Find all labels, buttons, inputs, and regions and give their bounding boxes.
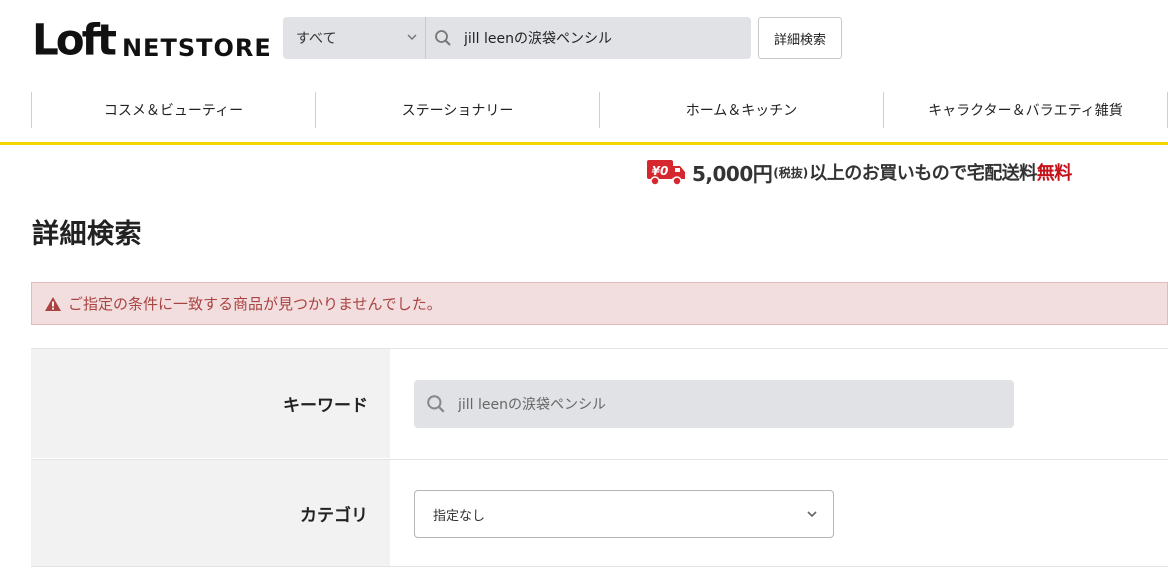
truck-badge-text: ¥0 bbox=[652, 164, 669, 178]
keyword-field-cell bbox=[390, 349, 1168, 458]
search-icon[interactable] bbox=[426, 29, 460, 47]
form-row-keyword: キーワード bbox=[31, 348, 1168, 458]
nav-item-home-kitchen[interactable]: ホーム＆キッチン bbox=[599, 92, 883, 128]
nav-item-cosme[interactable]: コスメ＆ビューティー bbox=[31, 92, 315, 128]
shipping-free: 無料 bbox=[1036, 163, 1073, 184]
nav-item-stationery[interactable]: ステーショナリー bbox=[315, 92, 599, 128]
header-search-input[interactable] bbox=[460, 17, 751, 59]
warning-icon bbox=[45, 296, 61, 311]
keyword-label: キーワード bbox=[31, 349, 390, 458]
category-select-value: 指定なし bbox=[433, 508, 486, 524]
category-select[interactable]: 指定なし bbox=[414, 490, 834, 538]
shipping-banner: ¥0 5,000円 (税抜) 以上のお買いもので宅配送料 無料 bbox=[646, 156, 1072, 188]
logo-mark: Loft bbox=[32, 14, 117, 65]
category-nav: コスメ＆ビューティー ステーショナリー ホーム＆キッチン キャラクター＆バラエテ… bbox=[31, 92, 1168, 128]
chevron-down-icon bbox=[807, 511, 817, 518]
truck-icon: ¥0 bbox=[647, 160, 685, 186]
form-row-category: カテゴリ 指定なし bbox=[31, 459, 1168, 567]
keyword-search-box[interactable] bbox=[414, 380, 1014, 428]
chevron-down-icon bbox=[407, 34, 417, 41]
nav-item-character-variety[interactable]: キャラクター＆バラエティ雑貨 bbox=[883, 92, 1168, 128]
no-results-alert: ご指定の条件に一致する商品が見つかりませんでした。 bbox=[31, 282, 1168, 325]
shipping-price: 5,000円 bbox=[692, 161, 773, 186]
alert-message: ご指定の条件に一致する商品が見つかりませんでした。 bbox=[68, 295, 442, 313]
page-title: 詳細検索 bbox=[32, 219, 142, 250]
header-search-bar: すべて bbox=[283, 17, 751, 59]
search-category-select[interactable]: すべて bbox=[283, 17, 426, 59]
shipping-text: 以上のお買いもので宅配送料 bbox=[809, 163, 1037, 184]
keyword-input[interactable] bbox=[458, 380, 1014, 428]
logo-text: NETSTORE bbox=[121, 34, 272, 62]
search-category-value: すべて bbox=[296, 31, 337, 47]
category-label: カテゴリ bbox=[31, 460, 390, 566]
advanced-search-button[interactable]: 詳細検索 bbox=[758, 17, 842, 59]
nav-divider bbox=[0, 142, 1168, 145]
category-field-cell: 指定なし bbox=[390, 460, 1168, 566]
search-icon bbox=[414, 394, 458, 414]
shipping-tax-note: (税抜) bbox=[773, 165, 809, 180]
site-logo[interactable]: Loft NETSTORE bbox=[32, 17, 272, 61]
